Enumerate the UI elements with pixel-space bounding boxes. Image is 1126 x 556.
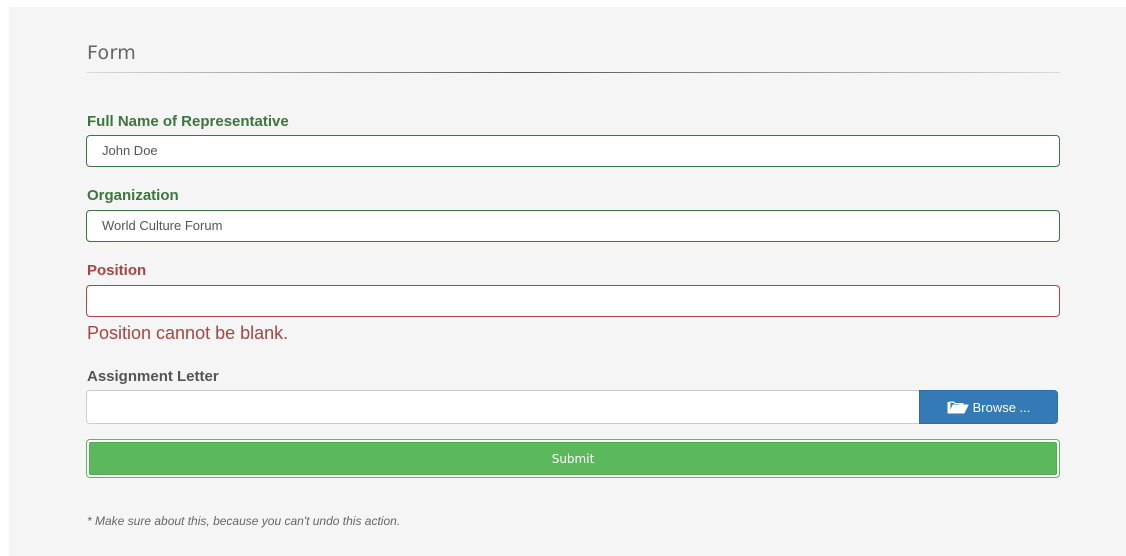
folder-open-icon (947, 401, 969, 414)
form-legend: Form (87, 42, 137, 64)
submit-button[interactable]: Submit (89, 442, 1057, 475)
full-name-input[interactable]: John Doe (86, 135, 1060, 167)
position-label: Position (87, 262, 147, 279)
legend-divider (87, 72, 1060, 73)
browse-label: Browse ... (972, 399, 1031, 415)
assignment-letter-file-input[interactable] (86, 390, 920, 424)
submit-focus-ring: Submit (86, 439, 1060, 478)
organization-label: Organization (87, 187, 179, 204)
submit-label: Submit (551, 451, 595, 466)
full-name-label: Full Name of Representative (87, 113, 289, 130)
assignment-letter-label: Assignment Letter (87, 368, 219, 385)
position-error-message: Position cannot be blank. (87, 323, 289, 343)
organization-input[interactable]: World Culture Forum (86, 210, 1060, 242)
browse-button[interactable]: Browse ... (919, 390, 1058, 424)
warning-note: * Make sure about this, because you can'… (87, 514, 401, 528)
position-input[interactable] (86, 285, 1060, 317)
